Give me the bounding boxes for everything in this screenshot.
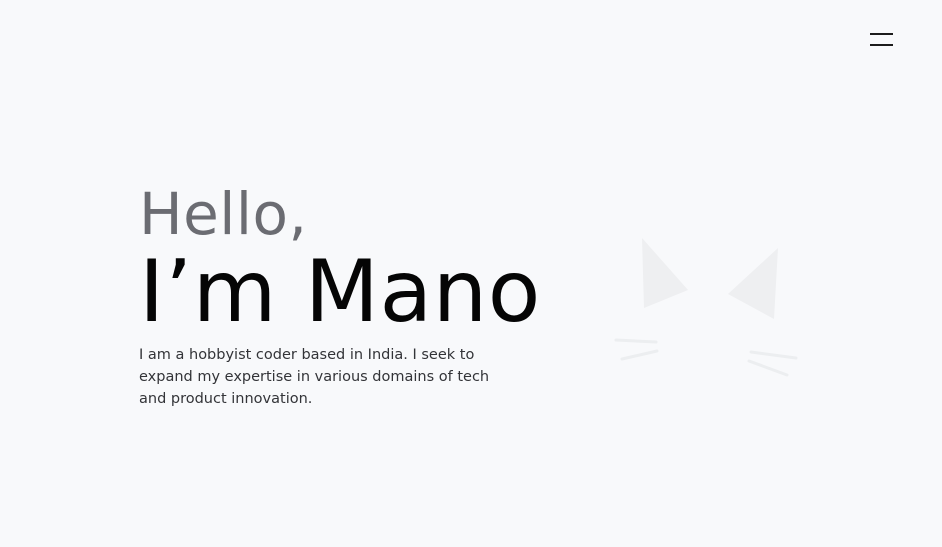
cat-right-ear	[728, 248, 778, 319]
name-heading: I’m Mano	[139, 242, 541, 342]
cat-left-whisker-top	[614, 338, 658, 344]
cat-right-whisker-bottom	[747, 359, 789, 377]
hero-section: Hello, I’m Mano I am a hobbyist coder ba…	[139, 180, 599, 410]
cat-left-whisker-bottom	[620, 349, 659, 361]
cat-left-ear	[642, 238, 688, 308]
bio-text: I am a hobbyist coder based in India. I …	[139, 347, 490, 407]
menu-button[interactable]	[866, 27, 896, 51]
cat-right-whisker-top	[749, 350, 798, 360]
cat-face-icon	[614, 238, 798, 377]
hamburger-menu-icon-bottom-bar	[870, 44, 893, 46]
hamburger-menu-icon-top-bar	[870, 33, 893, 35]
greeting-heading: Hello,	[139, 180, 308, 248]
page: Hello, I’m Mano I am a hobbyist coder ba…	[0, 0, 942, 547]
